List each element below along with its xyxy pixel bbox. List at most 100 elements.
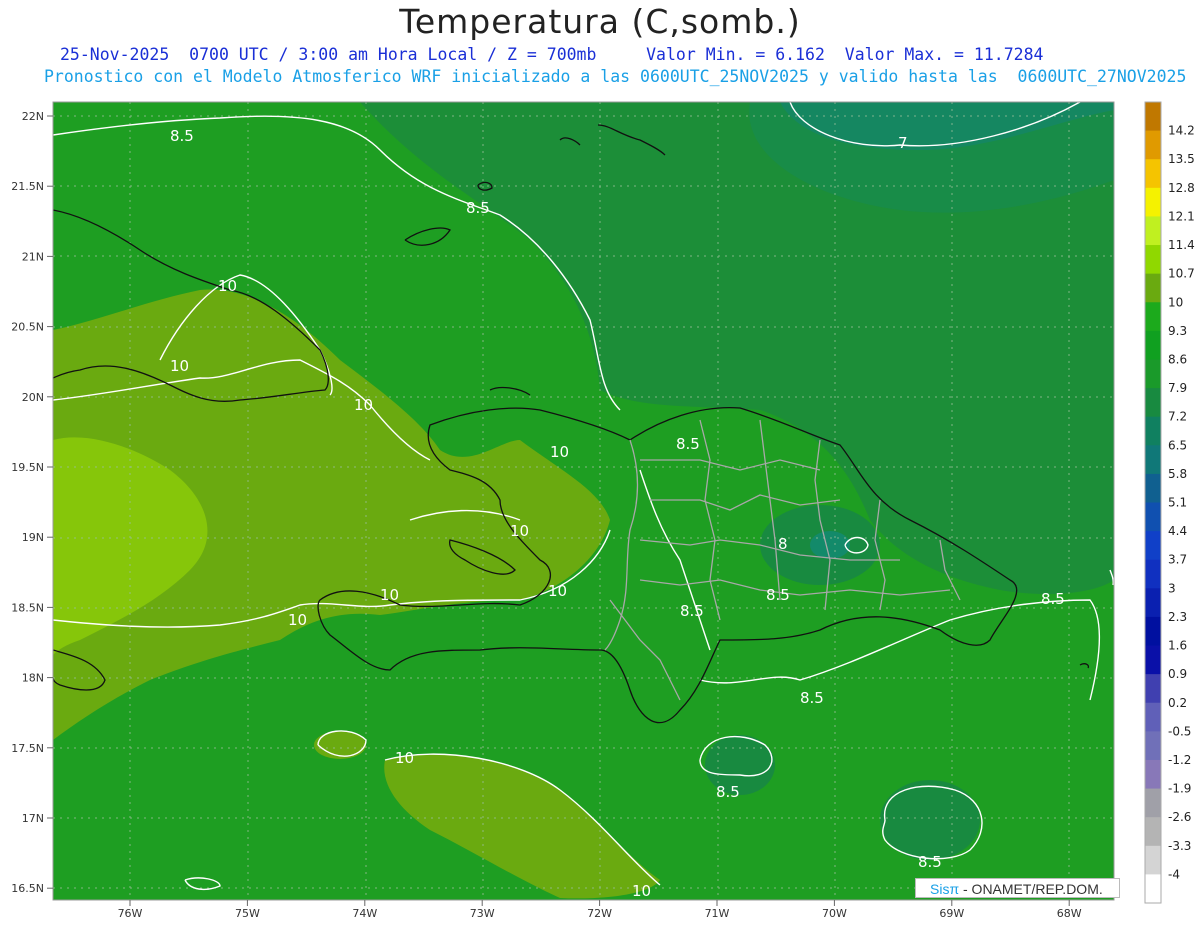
colorbar-swatch xyxy=(1145,674,1161,704)
latitude-tick-label: 20.5N xyxy=(11,321,44,334)
contour-label: 7 xyxy=(898,134,908,152)
latitude-tick-label: 18.5N xyxy=(11,601,44,614)
colorbar-swatch xyxy=(1145,416,1161,446)
colorbar-label: 4.4 xyxy=(1168,524,1187,538)
colorbar-label: 5.8 xyxy=(1168,467,1187,481)
colorbar-label: 3.7 xyxy=(1168,553,1187,567)
latitude-tick-label: 21.5N xyxy=(11,180,44,193)
colorbar-label: 13.5 xyxy=(1168,152,1195,166)
latitude-tick-label: 19.5N xyxy=(11,461,44,474)
colorbar-label: -1.2 xyxy=(1168,753,1191,767)
latitude-axis: 22N 21.5N 21N 20.5N 20N 19.5N 19N 18.5N 18N 17.5N… xyxy=(11,110,53,895)
contour-label: 8.5 xyxy=(766,586,790,604)
colorbar-swatch xyxy=(1145,245,1161,275)
colorbar-label: 12.1 xyxy=(1168,209,1195,223)
longitude-tick-label: 72W xyxy=(587,907,612,920)
colorbar-swatch xyxy=(1145,645,1161,675)
contour-label: 8.5 xyxy=(716,783,740,801)
colorbar-swatch xyxy=(1145,388,1161,418)
colorbar-label: 14.2 xyxy=(1168,124,1195,138)
colorbar-label: -0.5 xyxy=(1168,724,1191,738)
colorbar-swatch xyxy=(1145,302,1161,332)
contour-label: 10 xyxy=(510,522,529,540)
longitude-tick-label: 73W xyxy=(470,907,495,920)
colorbar-label: 10.7 xyxy=(1168,267,1195,281)
latitude-tick-label: 19N xyxy=(22,531,44,544)
colorbar-swatch xyxy=(1145,502,1161,532)
contour-label: 8.5 xyxy=(800,689,824,707)
contour-label: 10 xyxy=(218,277,237,295)
contour-label: 10 xyxy=(170,357,189,375)
latitude-tick-label: 22N xyxy=(22,110,44,123)
colorbar-label: -3.3 xyxy=(1168,839,1191,853)
contour-label: 8 xyxy=(778,535,788,553)
colorbar-label: 8.6 xyxy=(1168,352,1187,366)
longitude-tick-label: 75W xyxy=(235,907,260,920)
latitude-tick-label: 17.5N xyxy=(11,742,44,755)
longitude-tick-label: 68W xyxy=(1057,907,1082,920)
credit-box: Sisπ - ONAMET/REP.DOM. xyxy=(915,878,1120,898)
colorbar-swatch xyxy=(1145,531,1161,561)
contour-label: 10 xyxy=(548,582,567,600)
colorbar-label: -4 xyxy=(1168,867,1180,881)
colorbar-label: 2.3 xyxy=(1168,610,1187,624)
colorbar-swatch xyxy=(1145,445,1161,475)
contour-label: 8.5 xyxy=(170,127,194,145)
contour-label: 10 xyxy=(288,611,307,629)
longitude-tick-label: 69W xyxy=(939,907,964,920)
colorbar-swatch xyxy=(1145,330,1161,360)
colorbar-label: 10 xyxy=(1168,295,1183,309)
colorbar-label: 0.2 xyxy=(1168,696,1187,710)
colorbar-swatch xyxy=(1145,874,1161,904)
colorbar xyxy=(1144,101,1162,904)
colorbar-swatch xyxy=(1145,788,1161,818)
colorbar-swatch xyxy=(1145,159,1161,189)
latitude-tick-label: 18N xyxy=(22,672,44,685)
colorbar-swatch xyxy=(1145,616,1161,647)
colorbar-swatch xyxy=(1145,473,1161,503)
colorbar-swatch xyxy=(1145,559,1161,589)
credit-text: - ONAMET/REP.DOM. xyxy=(959,881,1103,897)
colorbar-swatch xyxy=(1145,273,1161,303)
colorbar-swatch xyxy=(1145,359,1161,389)
contour-label: 10 xyxy=(354,396,373,414)
colorbar-label: 1.6 xyxy=(1168,639,1187,653)
contour-label: 8.5 xyxy=(680,602,704,620)
colorbar-swatch xyxy=(1145,845,1161,875)
sispi-logo: Sisπ xyxy=(930,881,960,897)
longitude-tick-label: 71W xyxy=(705,907,730,920)
colorbar-swatch xyxy=(1145,759,1161,790)
contour-label: 8.5 xyxy=(918,853,942,871)
colorbar-label: 11.4 xyxy=(1168,238,1195,252)
latitude-tick-label: 16.5N xyxy=(11,882,44,895)
contour-label: 8.5 xyxy=(1041,590,1065,608)
contour-label: 8.5 xyxy=(676,435,700,453)
latitude-tick-label: 21N xyxy=(22,250,44,263)
contour-label: 10 xyxy=(632,882,651,900)
colorbar-swatch xyxy=(1145,702,1161,732)
colorbar-label: 7.2 xyxy=(1168,410,1187,424)
contour-label: 10 xyxy=(380,586,399,604)
colorbar-label: 5.1 xyxy=(1168,496,1187,510)
colorbar-label: 6.5 xyxy=(1168,438,1187,452)
colorbar-label: 3 xyxy=(1168,581,1176,595)
colorbar-label: -2.6 xyxy=(1168,810,1191,824)
colorbar-label: 7.9 xyxy=(1168,381,1187,395)
colorbar-label: 0.9 xyxy=(1168,667,1187,681)
colorbar-swatch xyxy=(1145,731,1161,761)
temperature-map: 8.5 7 8.5 10 10 10 10 10 10 10 10 8.5 8 … xyxy=(11,101,1195,920)
colorbar-label: 12.8 xyxy=(1168,181,1195,195)
longitude-axis: 76W 75W 74W 73W 72W 71W 70W 69W 68W xyxy=(118,900,1082,920)
longitude-tick-label: 74W xyxy=(352,907,377,920)
colorbar-swatch xyxy=(1145,817,1161,847)
contour-label: 8.5 xyxy=(466,199,490,217)
colorbar-swatch xyxy=(1145,102,1161,132)
colorbar-label: -1.9 xyxy=(1168,782,1191,796)
colorbar-swatch xyxy=(1145,187,1161,217)
colorbar-swatch xyxy=(1145,216,1161,246)
colorbar-swatch xyxy=(1145,130,1161,160)
contour-label: 10 xyxy=(395,749,414,767)
colorbar-label: 9.3 xyxy=(1168,324,1187,338)
colorbar-swatch xyxy=(1145,588,1161,618)
longitude-tick-label: 70W xyxy=(822,907,847,920)
